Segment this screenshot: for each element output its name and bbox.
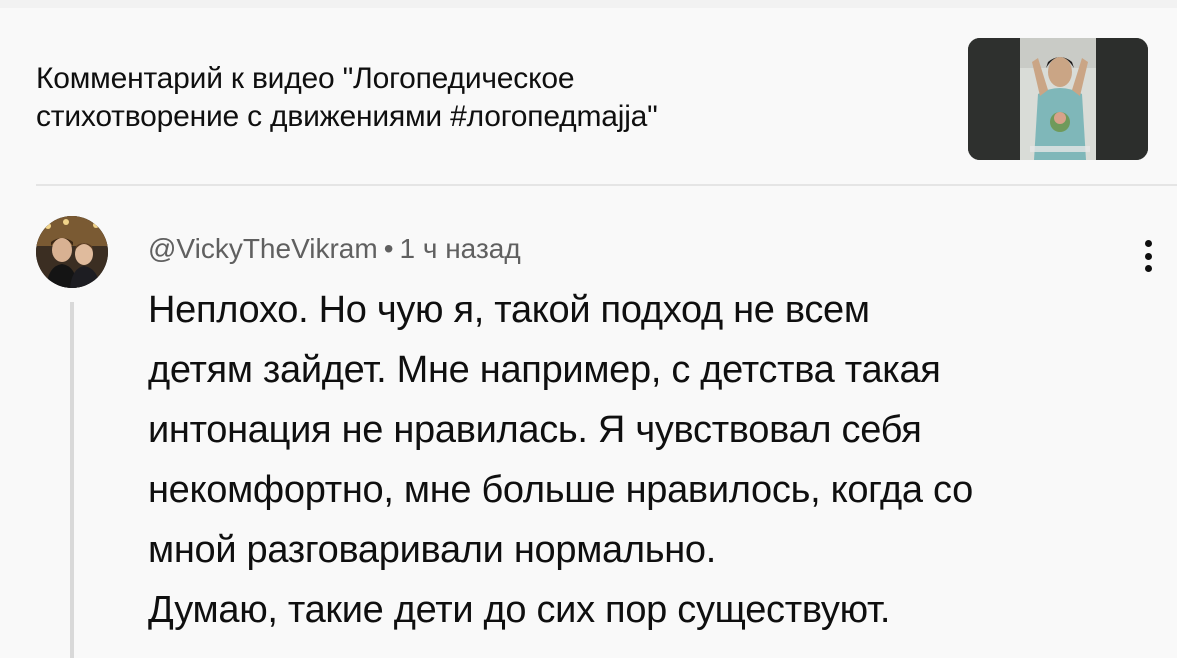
more-vertical-icon [1144,240,1152,247]
video-thumbnail-icon [968,38,1148,160]
comment-text-line: интонация не нравилась. Я чувствовал себ… [148,409,922,451]
comment-panel: Комментарий к видео "Логопедическое стих… [0,8,1177,658]
comment-text-line: мной разговаривали нормально. [148,529,717,571]
comment-text-line: детям зайдет. Мне например, с детства та… [148,349,941,391]
video-title-heading[interactable]: Комментарий к видео "Логопедическое стих… [36,60,856,136]
video-thumbnail[interactable] [968,38,1148,160]
more-options-button[interactable] [1128,234,1168,278]
meta-separator: • [383,233,394,264]
thread-line [70,302,74,658]
video-title-line-1: Комментарий к видео "Логопедическое [36,62,575,95]
more-vertical-icon-dot [1144,265,1152,272]
comment-item: @VickyTheVikram • 1 ч назад Неплохо. Но чу… [0,194,1177,658]
comment-meta: @VickyTheVikram • 1 ч назад [148,232,521,266]
more-vertical-icon-dot [1144,252,1152,260]
author-avatar[interactable] [36,216,108,288]
video-title-line-2: стихотворение с движениями #логопедmajja… [36,100,658,133]
comment-text-line: некомфортно, мне больше нравилось, когда… [148,469,973,511]
comment-text-line: Думаю, такие дети до сих пор существуют. [148,589,891,631]
author-handle[interactable]: @VickyTheVikram [148,233,378,264]
screen: Комментарий к видео "Логопедическое стих… [0,0,1177,658]
comment-timestamp[interactable]: 1 ч назад [400,233,521,264]
header-divider [36,184,1177,186]
comment-text-line: Неплохо. Но чую я, такой подход не всем [148,289,870,331]
user-avatar-icon [36,216,108,288]
comment-text: Неплохо. Но чую я, такой подход не всем … [148,280,1138,640]
comment-header: Комментарий к видео "Логопедическое стих… [36,16,1176,186]
